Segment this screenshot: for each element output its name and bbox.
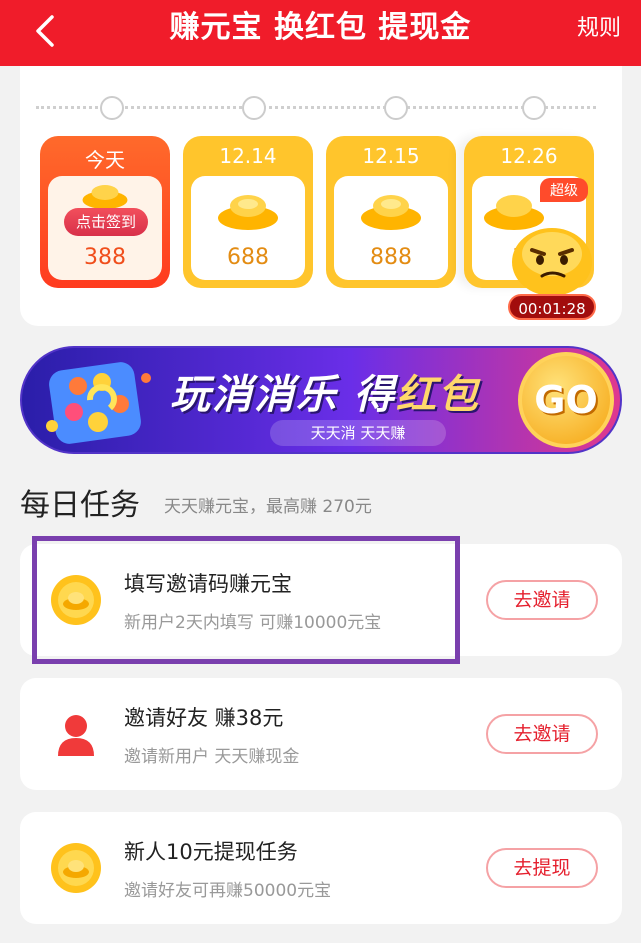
day-label: 12.14: [219, 144, 277, 168]
checkin-day[interactable]: 12.14 688: [183, 136, 313, 288]
checkin-node: [100, 96, 124, 120]
gold-ingot-icon: [218, 195, 278, 230]
gold-ingot-icon: [361, 195, 421, 230]
task-card-invite-friends: 邀请好友 赚38元 邀请新用户 天天赚现金 去邀请: [20, 678, 622, 790]
checkin-node: [384, 96, 408, 120]
banner-subtitle: 天天消 天天赚: [270, 420, 446, 446]
checkin-day[interactable]: 12.15 888: [326, 136, 456, 288]
day-reward-box: 688: [191, 176, 305, 280]
rules-link[interactable]: 规则: [577, 14, 621, 44]
highlight-box: [32, 536, 460, 664]
task-card-withdraw: 新人10元提现任务 邀请好友可再赚50000元宝 去提现: [20, 812, 622, 924]
task-title: 新人10元提现任务: [124, 840, 298, 864]
game-board-icon: [46, 362, 151, 444]
page-title: 赚元宝 换红包 提现金: [169, 10, 472, 45]
invite-button[interactable]: 去邀请: [486, 580, 598, 620]
invite-button[interactable]: 去邀请: [486, 714, 598, 754]
task-description: 邀请好友可再赚50000元宝: [124, 881, 332, 901]
day-label: 12.26: [500, 144, 558, 168]
user-icon: [58, 715, 94, 756]
game-promo-banner[interactable]: 玩消消乐 得红包 天天消 天天赚 GO: [20, 346, 622, 454]
countdown-timer: 00:01:28: [508, 294, 596, 320]
task-description: 邀请新用户 天天赚现金: [124, 747, 300, 767]
day-reward-box: 888: [334, 176, 448, 280]
go-button[interactable]: GO: [518, 352, 614, 448]
day-reward-box: 点击签到 388: [48, 176, 162, 280]
mascot-icon: [512, 228, 592, 296]
day-amount: 688: [227, 245, 269, 270]
checkin-day-today[interactable]: 今天 点击签到 388: [40, 136, 170, 288]
day-label: 今天: [85, 148, 125, 172]
sign-in-button[interactable]: 点击签到: [64, 208, 148, 236]
banner-slogan: 玩消消乐 得红包: [170, 372, 480, 418]
section-subtitle: 天天赚元宝，最高赚 270元: [164, 497, 372, 517]
header-bar: 赚元宝 换红包 提现金 规则: [0, 0, 641, 66]
task-title: 邀请好友 赚38元: [124, 706, 284, 730]
gold-coin-icon: [51, 843, 101, 893]
day-label: 12.15: [362, 144, 420, 168]
section-title: 每日任务: [20, 488, 140, 523]
super-badge: 超级: [540, 178, 588, 202]
day-amount: 388: [84, 245, 126, 270]
checkin-node: [522, 96, 546, 120]
day-amount: 888: [370, 245, 412, 270]
checkin-node: [242, 96, 266, 120]
withdraw-button[interactable]: 去提现: [486, 848, 598, 888]
